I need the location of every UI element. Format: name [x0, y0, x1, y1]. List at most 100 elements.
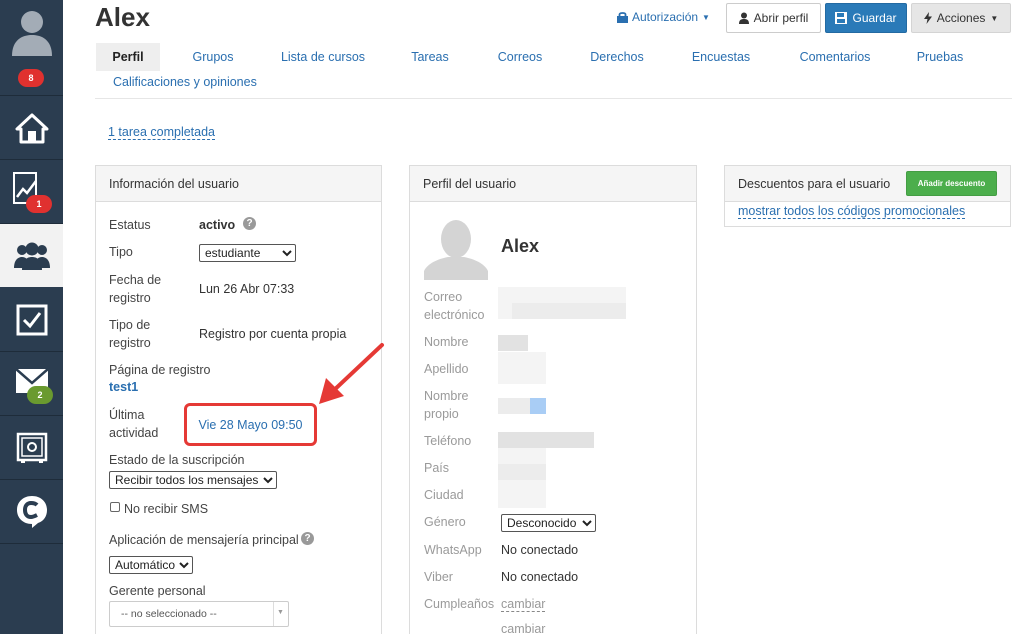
open-profile-button[interactable]: Abrir perfil [726, 3, 821, 33]
reg-page-label: Página de registro [109, 363, 211, 377]
whatsapp-value: No conectado [501, 543, 579, 557]
first-name-label: Nombre [424, 335, 469, 349]
tab-lista-de-cursos[interactable]: Lista de cursos [275, 43, 371, 71]
add-discount-button[interactable]: Añadir descuento [906, 171, 997, 196]
tabs: Perfil Grupos Lista de cursos Tareas Cor… [95, 43, 1012, 71]
phone-label: Teléfono [424, 434, 472, 448]
city-blurred [498, 480, 546, 508]
profile-avatar [424, 217, 488, 280]
birthday-change-link[interactable]: cambiar [501, 597, 546, 612]
own-name-blurred-accent [530, 398, 546, 414]
divider [95, 98, 1012, 99]
type-select[interactable]: estudiante [199, 244, 296, 262]
sidebar: 8 1 2 [0, 0, 63, 634]
add-discount-label: Añadir descuento [917, 179, 986, 188]
sidebar-item-profile[interactable] [0, 0, 63, 62]
bolt-icon [923, 12, 932, 24]
email-label-2: electrónico [424, 308, 485, 322]
tab-encuestas[interactable]: Encuestas [688, 43, 754, 71]
type-label: Tipo [109, 245, 133, 259]
country-label: País [424, 461, 450, 475]
status-value: activo [199, 218, 236, 232]
tab-derechos[interactable]: Derechos [587, 43, 647, 71]
tab-perfil[interactable]: Perfil [96, 43, 160, 71]
own-name-label-1: Nombre [424, 389, 469, 403]
own-name-blurred [498, 398, 530, 414]
tab-correos[interactable]: Correos [493, 43, 547, 71]
reg-type-label-1: Tipo de [109, 318, 151, 332]
email-label-1: Correo [424, 290, 463, 304]
annotation-arrow [319, 343, 384, 404]
messenger-select[interactable]: Automático [109, 556, 193, 574]
show-promo-codes-link[interactable]: mostrar todos los códigos promocionales [738, 204, 966, 219]
sidebar-item-home[interactable] [0, 96, 63, 159]
messages-badge: 2 [27, 386, 53, 404]
tab-comentarios[interactable]: Comentarios [795, 43, 875, 71]
authorization-label: Autorización [632, 10, 699, 24]
reg-type-label-2: registro [109, 336, 151, 350]
gender-select[interactable]: Desconocido [501, 514, 596, 532]
actions-label: Acciones [936, 11, 986, 25]
caret-down-icon: ▼ [702, 12, 710, 22]
subscription-select[interactable]: Recibir todos los mensajes [109, 471, 277, 489]
actions-dropdown[interactable]: Acciones ▼ [911, 3, 1011, 33]
sidebar-item-users[interactable] [0, 224, 63, 287]
sidebar-item-chat[interactable] [0, 480, 63, 543]
save-label: Guardar [852, 11, 897, 25]
chat-logo-icon [16, 495, 47, 528]
reg-page-link[interactable]: test1 [109, 380, 138, 394]
country-blurred [498, 464, 546, 480]
tab-pruebas[interactable]: Pruebas [912, 43, 968, 71]
status-label: Estatus [109, 218, 151, 232]
subscription-label: Estado de la suscripción [109, 453, 245, 467]
messenger-label: Aplicación de mensajería principal [109, 533, 299, 547]
gender-label: Género [424, 515, 466, 529]
own-name-label-2: propio [424, 407, 459, 421]
user-avatar-icon [11, 11, 52, 56]
manager-select[interactable]: -- no seleccionado -- ▼ [109, 601, 289, 627]
first-name-blurred [498, 335, 528, 351]
safe-icon [16, 432, 47, 463]
last-activity-label-2: actividad [109, 426, 159, 440]
profile-name: Alex [501, 236, 540, 256]
last-activity-value[interactable]: Vie 28 Mayo 09:50 [198, 418, 302, 432]
sidebar-item-messages[interactable] [0, 352, 63, 415]
tab-grupos[interactable]: Grupos [185, 43, 241, 71]
tab-calificaciones[interactable]: Calificaciones y opiniones [113, 75, 257, 89]
messenger-help-icon[interactable]: ? [301, 532, 314, 545]
save-button[interactable]: Guardar [825, 3, 907, 33]
home-icon [15, 113, 48, 143]
viber-value: No conectado [501, 570, 579, 584]
manager-label: Gerente personal [109, 584, 206, 598]
floppy-icon [835, 12, 848, 24]
page-title: Alex [95, 2, 150, 32]
last-name-label: Apellido [424, 362, 469, 376]
caret-down-icon: ▼ [990, 13, 999, 23]
completed-tasks-link[interactable]: 1 tarea completada [108, 125, 216, 140]
checkbox-icon [16, 304, 47, 335]
no-sms-label: No recibir SMS [124, 502, 209, 516]
whatsapp-label: WhatsApp [424, 543, 482, 557]
lock-icon [617, 12, 628, 23]
help-icon[interactable]: ? [243, 217, 256, 230]
sidebar-item-tasks[interactable] [0, 288, 63, 351]
profile-badge: 8 [18, 69, 44, 87]
city-label: Ciudad [424, 488, 464, 502]
last-activity-highlight: Vie 28 Mayo 09:50 [184, 403, 317, 446]
users-icon [13, 242, 50, 270]
tab-tareas[interactable]: Tareas [405, 43, 455, 71]
birthday-label: Cumpleaños [424, 597, 495, 611]
no-sms-checkbox[interactable] [110, 502, 120, 512]
blur-block [512, 303, 626, 319]
user-info-title: Información del usuario [96, 166, 381, 202]
change-link-2[interactable]: cambiar [501, 622, 545, 634]
user-profile-title: Perfil del usuario [410, 166, 696, 202]
sidebar-item-reports[interactable] [0, 160, 63, 223]
reports-badge: 1 [26, 195, 52, 213]
reg-type-value: Registro por cuenta propia [199, 327, 347, 341]
sidebar-item-safe[interactable] [0, 416, 63, 479]
reg-date-label-2: registro [109, 291, 151, 305]
authorization-dropdown[interactable]: Autorización ▼ [617, 10, 710, 24]
caret-down-icon: ▼ [277, 609, 284, 616]
last-name-blurred [498, 352, 546, 384]
